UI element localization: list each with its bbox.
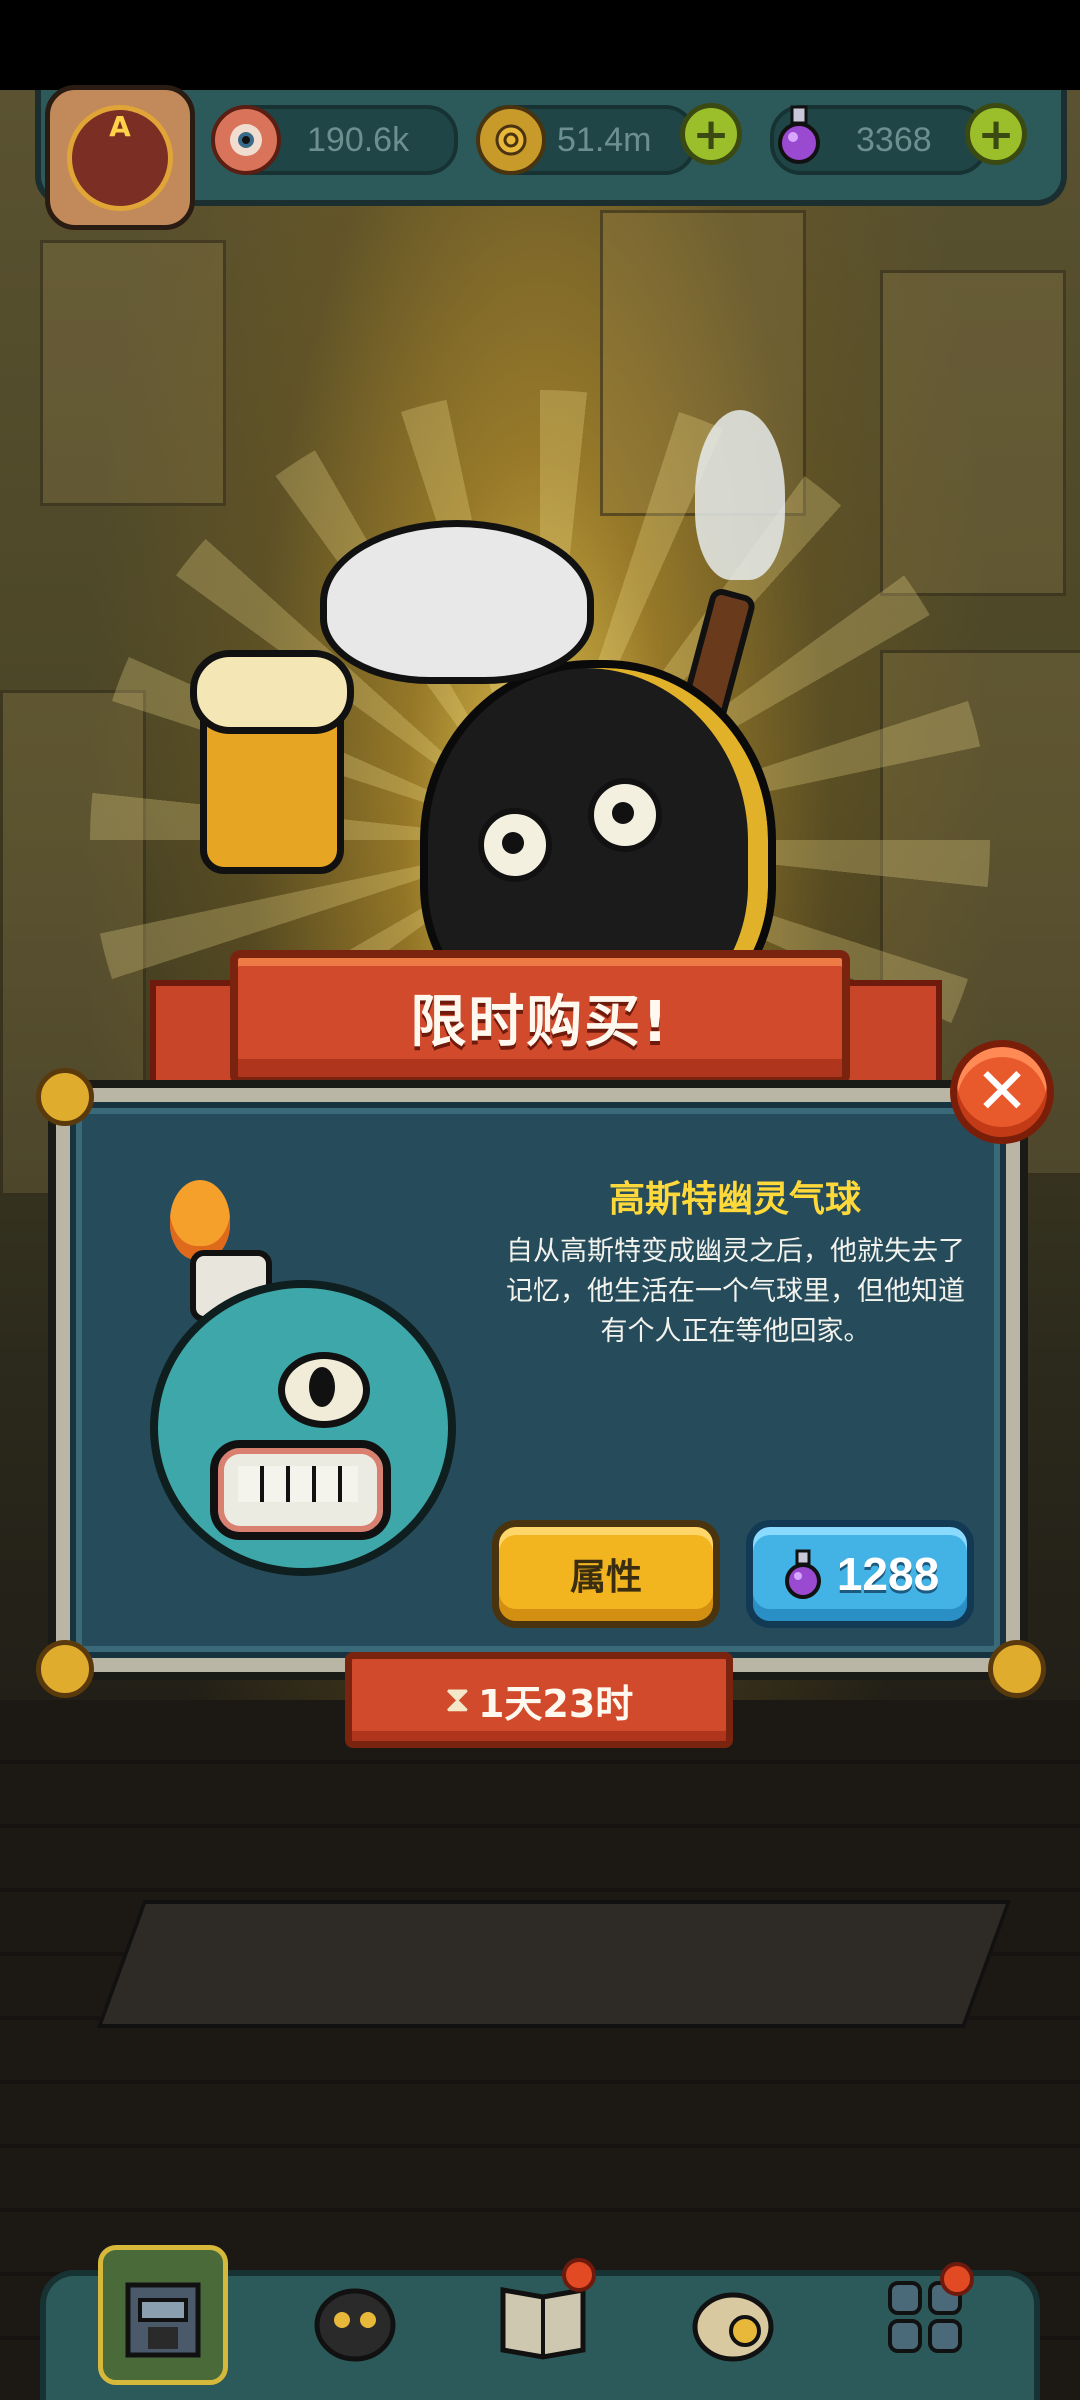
potion-icon <box>781 1548 825 1600</box>
item-description: 自从高斯特变成幽灵之后，他就失去了记忆，他生活在一个气球里，但他知道有个人正在等… <box>506 1236 965 1347</box>
buy-button[interactable]: 1288 <box>746 1520 974 1628</box>
ghost-balloon-item-image <box>130 1180 460 1580</box>
nav-item-loot[interactable] <box>668 2245 798 2385</box>
flame-icon <box>170 1180 230 1260</box>
notification-dot <box>940 2262 974 2296</box>
eyeball-counter: 190.6k <box>211 105 458 175</box>
plus-icon: + <box>692 108 730 160</box>
price-label: 1288 <box>836 1548 940 1600</box>
close-icon: ✕ <box>975 1055 1029 1129</box>
rank-letter: A <box>109 109 131 143</box>
monster-eye <box>588 778 662 852</box>
corner-ornament <box>36 1068 94 1126</box>
ghost-mouth <box>210 1440 391 1540</box>
banner-title: 限时购买! <box>410 990 670 1055</box>
rank-badge[interactable]: A <box>45 85 195 230</box>
attributes-label: 属性 <box>569 1557 642 1598</box>
plus-icon: + <box>977 108 1015 160</box>
notification-dot <box>562 2258 596 2292</box>
potion-count: 3368 <box>856 120 932 159</box>
offer-banner: 限时购买! <box>230 950 850 1085</box>
attributes-button[interactable]: 属性 <box>492 1520 720 1628</box>
chef-monster-character <box>190 410 820 1036</box>
potion-counter: 3368 <box>770 105 988 175</box>
cigar-smoke-icon <box>695 410 785 580</box>
nav-item-menu[interactable] <box>860 2245 990 2385</box>
chef-hat-icon <box>320 520 594 684</box>
dungeon-platform <box>96 1900 1012 2028</box>
ghost-eye <box>278 1352 370 1428</box>
dungeon-machine-icon <box>125 2282 201 2358</box>
monster-eye <box>478 808 552 882</box>
nav-item-dungeon[interactable] <box>98 2245 228 2385</box>
eyeball-count: 190.6k <box>307 120 410 159</box>
timer-text: 1天23时 <box>477 1681 634 1726</box>
item-name: 高斯特幽灵气球 <box>608 1179 861 1220</box>
nav-item-monsters[interactable] <box>290 2245 420 2385</box>
monster-icon <box>314 2288 396 2362</box>
coin-counter: 51.4m <box>476 105 696 175</box>
add-potions-button[interactable]: + <box>965 103 1027 165</box>
hourglass-icon: ⧗ <box>444 1679 470 1720</box>
corner-ornament <box>988 1640 1046 1698</box>
add-coins-button[interactable]: + <box>680 103 742 165</box>
close-button[interactable]: ✕ <box>950 1040 1054 1144</box>
coin-count: 51.4m <box>557 120 652 159</box>
rank-emblem-icon: A <box>67 104 173 211</box>
timer-banner: ⧗ 1天23时 <box>345 1652 733 1748</box>
background-building <box>880 270 1066 596</box>
beer-foam <box>190 650 354 734</box>
loot-bag-icon <box>692 2292 774 2362</box>
status-bar <box>0 0 1080 90</box>
corner-ornament <box>36 1640 94 1698</box>
coin-icon <box>476 105 546 175</box>
eyeball-icon <box>211 105 281 175</box>
background-building <box>40 240 226 506</box>
potion-icon <box>768 103 830 165</box>
